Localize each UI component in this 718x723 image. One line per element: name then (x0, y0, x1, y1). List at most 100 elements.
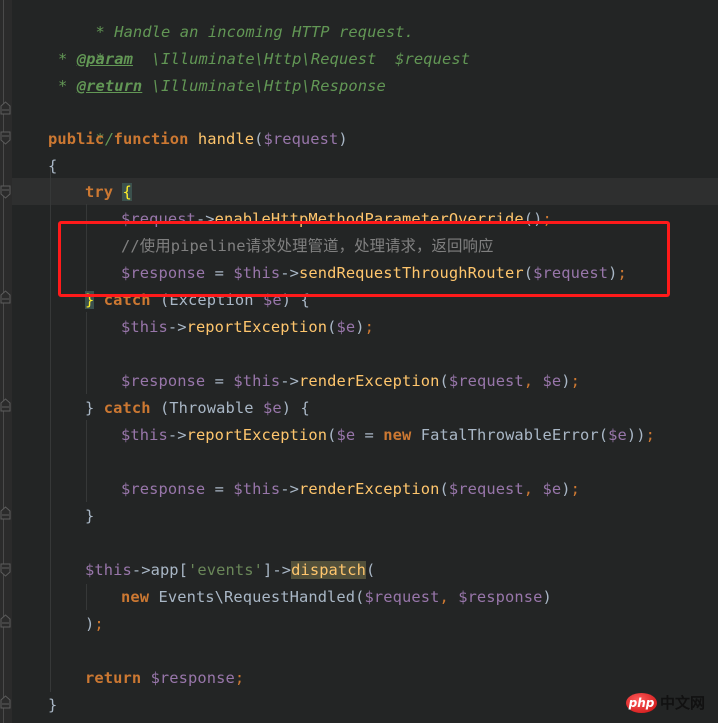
fold-start-icon[interactable] (0, 563, 11, 577)
operator: ]-> (262, 561, 292, 579)
code-line-doc-end: */ (58, 99, 114, 148)
variable: $request (448, 480, 524, 498)
fold-start-icon[interactable] (0, 131, 11, 145)
code-line-doc-comment: * (58, 19, 105, 68)
code-line-doc-param: * @param \Illuminate\Http\Request $reque… (58, 46, 470, 73)
fold-end-icon[interactable] (0, 101, 11, 115)
semicolon: ; (645, 426, 655, 444)
brace: } (85, 507, 95, 525)
brace: { (48, 157, 58, 175)
doc-tag-param: @param (76, 50, 133, 68)
code-editor[interactable]: * Handle an incoming HTTP request. * * @… (0, 0, 718, 723)
operator: = (205, 372, 234, 390)
code-line: $response = $this->renderException($requ… (121, 476, 580, 503)
class-name: FatalThrowableError( (411, 426, 609, 444)
exception-type: (Throwable (150, 399, 263, 417)
code-line-try: try { (85, 179, 132, 206)
code-line-function-signature: public function handle($request) (48, 126, 348, 153)
paren: ) (561, 480, 571, 498)
method-name: renderException (298, 372, 440, 390)
paren: ( (439, 372, 449, 390)
fold-end-icon[interactable] (0, 506, 11, 520)
semicolon: ; (570, 480, 581, 498)
code-line-return: return $response; (85, 665, 244, 692)
operator: -> (280, 480, 299, 498)
brace: } (48, 696, 58, 714)
operator: -> (167, 318, 187, 336)
string-literal: 'events' (188, 561, 263, 579)
fold-end-icon[interactable] (0, 290, 11, 304)
doc-comment-text: * (58, 77, 77, 95)
method-name-highlighted: dispatch (291, 561, 367, 579)
comma: , (523, 480, 543, 498)
method-name: reportException (186, 426, 328, 444)
code-line: ); (85, 611, 104, 638)
code-line-close-brace: } (85, 503, 94, 530)
php-logo-icon: php (626, 693, 657, 713)
paren: ( (439, 480, 449, 498)
function-name: handle (197, 130, 255, 148)
variable: $request (448, 372, 524, 390)
doc-comment-text: * Handle an incoming HTTP request. (95, 23, 414, 41)
method-name: renderException (298, 480, 440, 498)
variable: $this (121, 426, 168, 444)
semicolon: ; (234, 669, 245, 687)
operator: ->app[ (131, 561, 189, 579)
paren: ) (561, 372, 571, 390)
doc-comment-text: * (58, 50, 77, 68)
paren: ) (338, 130, 348, 148)
paren: )) (626, 426, 646, 444)
fold-end-icon[interactable] (0, 695, 11, 709)
variable: $response (458, 588, 543, 606)
fold-start-icon[interactable] (0, 185, 11, 199)
variable: $this (85, 561, 132, 579)
paren: ( (366, 561, 376, 579)
keyword-catch: catch (103, 399, 151, 417)
operator: = (355, 426, 384, 444)
variable: $this (233, 480, 281, 498)
watermark-site-text: 中文网 (660, 694, 706, 712)
code-line-dispatch: $this->app['events']->dispatch( (85, 557, 375, 584)
operator: -> (280, 372, 299, 390)
doc-tag-return: @return (76, 77, 143, 95)
variable: $request (364, 588, 440, 606)
keyword-new: new (383, 426, 412, 444)
indent-guide (86, 312, 87, 394)
paren: ) (355, 318, 365, 336)
code-line: $this->reportException($e); (121, 314, 374, 341)
annotation-highlight-box (58, 221, 670, 297)
indent-guide (86, 584, 87, 610)
code-line-catch: } catch (Throwable $e) { (85, 395, 310, 422)
paren: ) (85, 615, 95, 633)
variable: $response (121, 480, 206, 498)
code-line: $this->reportException($e = new FatalThr… (121, 422, 655, 449)
semicolon: ; (364, 318, 374, 336)
matched-brace: { (122, 183, 132, 201)
comma: , (439, 588, 459, 606)
code-line: $response = $this->renderException($requ… (121, 368, 580, 395)
watermark: php 中文网 (626, 693, 718, 719)
keyword-try: try (85, 183, 114, 201)
fold-end-icon[interactable] (0, 398, 11, 412)
indent-guide (86, 420, 87, 502)
indent-guide (50, 166, 51, 692)
code-line-close-brace: } (48, 692, 57, 719)
doc-comment-text: \Illuminate\Http\Response (142, 77, 386, 95)
brace: } (85, 399, 104, 417)
variable: $e (608, 426, 627, 444)
code-line-doc-return: * @return \Illuminate\Http\Response (58, 73, 386, 100)
paren: ) { (281, 399, 310, 417)
keyword-public: public (48, 130, 105, 148)
keyword-function: function (113, 130, 189, 148)
code-line-doc-comment: * Handle an incoming HTTP request. (58, 0, 414, 41)
variable: $e (542, 372, 562, 390)
operator: = (205, 480, 234, 498)
fold-end-icon[interactable] (0, 614, 11, 628)
comma: , (523, 372, 543, 390)
variable: $e (542, 480, 562, 498)
variable: $e (336, 318, 356, 336)
semicolon: ; (94, 615, 104, 633)
variable: $this (233, 372, 281, 390)
code-line: new Events\RequestHandled($request, $res… (121, 584, 552, 611)
keyword-new: new (121, 588, 150, 606)
